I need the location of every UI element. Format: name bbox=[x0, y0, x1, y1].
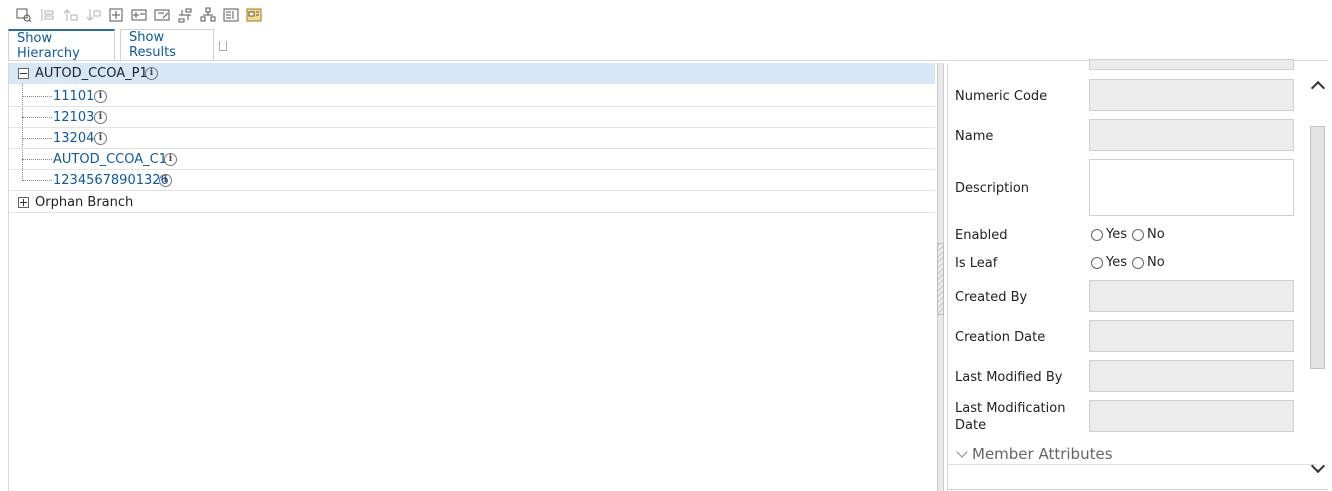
created-by-label: Created By bbox=[955, 290, 1028, 305]
info-icon[interactable]: i bbox=[94, 90, 107, 103]
tree-node[interactable]: AUTOD_CCOA_C1 i bbox=[9, 149, 935, 170]
tree-node-label: AUTOD_CCOA_P1 bbox=[35, 66, 148, 81]
tab-show-results[interactable]: Show Results bbox=[120, 29, 214, 60]
creation-date-label: Creation Date bbox=[955, 330, 1046, 345]
collapse-icon[interactable] bbox=[18, 68, 29, 79]
radio-button[interactable] bbox=[1132, 256, 1144, 269]
description-label: Description bbox=[955, 181, 1030, 196]
member-detail-panel: Numeric Code Name Description Enabled Ye… bbox=[947, 59, 1329, 491]
tree-node[interactable]: 12103 i bbox=[9, 107, 935, 128]
enabled-radio-group: Yes No bbox=[1091, 227, 1170, 242]
tab-show-results-label: Show Results bbox=[129, 30, 176, 60]
tree-node-orphan[interactable]: Orphan Branch bbox=[9, 192, 935, 213]
is-leaf-label: Is Leaf bbox=[955, 256, 998, 271]
info-icon[interactable]: i bbox=[145, 67, 158, 80]
enabled-yes-option[interactable]: Yes bbox=[1091, 227, 1127, 242]
last-modified-by-input[interactable] bbox=[1089, 360, 1294, 392]
add-child-icon[interactable] bbox=[108, 7, 124, 23]
tree-node-label: Orphan Branch bbox=[35, 195, 134, 210]
scrollbar-thumb[interactable] bbox=[1310, 126, 1325, 369]
move-up-icon[interactable] bbox=[62, 7, 78, 23]
panel-bottom-border bbox=[947, 489, 1328, 490]
splitter-grip[interactable] bbox=[937, 243, 944, 315]
numeric-code-input[interactable] bbox=[1089, 79, 1294, 111]
tree-node[interactable]: 13204 i bbox=[9, 128, 935, 149]
info-icon[interactable]: i bbox=[159, 174, 172, 187]
radio-button[interactable] bbox=[1091, 228, 1103, 241]
info-icon[interactable]: i bbox=[94, 111, 107, 124]
panel-splitter[interactable] bbox=[937, 63, 944, 491]
name-input[interactable] bbox=[1089, 119, 1294, 151]
add-sibling-icon[interactable] bbox=[131, 7, 147, 23]
enabled-label: Enabled bbox=[955, 228, 1008, 243]
tree-node-root[interactable]: AUTOD_CCOA_P1 i bbox=[9, 63, 935, 84]
scroll-up-arrow-icon[interactable] bbox=[1310, 80, 1326, 96]
radio-button[interactable] bbox=[1132, 228, 1144, 241]
hierarchy-icon[interactable] bbox=[200, 7, 216, 23]
member-attributes-title: Member Attributes bbox=[972, 445, 1113, 463]
properties-icon[interactable] bbox=[223, 7, 239, 23]
tree-node-label: 12345678901326 bbox=[53, 173, 169, 188]
tab-show-hierarchy-label: Show Hierarchy bbox=[17, 30, 80, 61]
hierarchy-tree: AUTOD_CCOA_P1 i 11101 i 12103 i 13204 i … bbox=[8, 63, 935, 491]
is-leaf-radio-group: Yes No bbox=[1091, 255, 1170, 270]
creation-date-input[interactable] bbox=[1089, 320, 1294, 352]
enabled-no-option[interactable]: No bbox=[1132, 227, 1165, 242]
numeric-code-label: Numeric Code bbox=[955, 89, 1048, 104]
folder-view-icon[interactable] bbox=[246, 7, 262, 23]
section-divider bbox=[948, 464, 1316, 465]
last-modification-date-label: Last Modification Date bbox=[955, 401, 1066, 433]
description-textarea[interactable] bbox=[1089, 159, 1294, 216]
is-leaf-yes-option[interactable]: Yes bbox=[1091, 255, 1127, 270]
tree-node-label: AUTOD_CCOA_C1 bbox=[53, 152, 167, 167]
tree-node-label: 11101 bbox=[53, 89, 95, 104]
last-modification-date-input[interactable] bbox=[1089, 400, 1294, 432]
info-icon[interactable]: i bbox=[94, 132, 107, 145]
member-attributes-header[interactable]: Member Attributes bbox=[955, 445, 1113, 463]
info-icon[interactable]: i bbox=[164, 153, 177, 166]
scroll-down-arrow-icon[interactable] bbox=[1310, 458, 1326, 474]
tree-node[interactable]: 11101 i bbox=[9, 86, 935, 107]
previous-field-input[interactable] bbox=[1089, 59, 1294, 70]
find-icon[interactable] bbox=[16, 7, 32, 23]
tree-node-label: 13204 bbox=[53, 131, 95, 146]
tree-node[interactable]: 12345678901326 i bbox=[9, 170, 935, 191]
radio-button[interactable] bbox=[1091, 256, 1103, 269]
detail-scrollbar[interactable] bbox=[1309, 63, 1328, 478]
last-modified-by-label: Last Modified By bbox=[955, 370, 1063, 385]
created-by-input[interactable] bbox=[1089, 280, 1294, 312]
name-label: Name bbox=[955, 129, 994, 144]
move-icon[interactable] bbox=[39, 7, 55, 23]
tree-node-label: 12103 bbox=[53, 110, 95, 125]
toolbar bbox=[16, 6, 262, 24]
expand-icon[interactable] bbox=[18, 197, 29, 208]
edit-node-icon[interactable] bbox=[154, 7, 170, 23]
tab-show-hierarchy[interactable]: Show Hierarchy bbox=[8, 29, 115, 61]
chevron-down-icon bbox=[956, 446, 968, 458]
tab-overflow-icon[interactable] bbox=[219, 41, 227, 51]
reorder-icon[interactable] bbox=[177, 7, 193, 23]
move-down-icon[interactable] bbox=[85, 7, 101, 23]
is-leaf-no-option[interactable]: No bbox=[1132, 255, 1165, 270]
